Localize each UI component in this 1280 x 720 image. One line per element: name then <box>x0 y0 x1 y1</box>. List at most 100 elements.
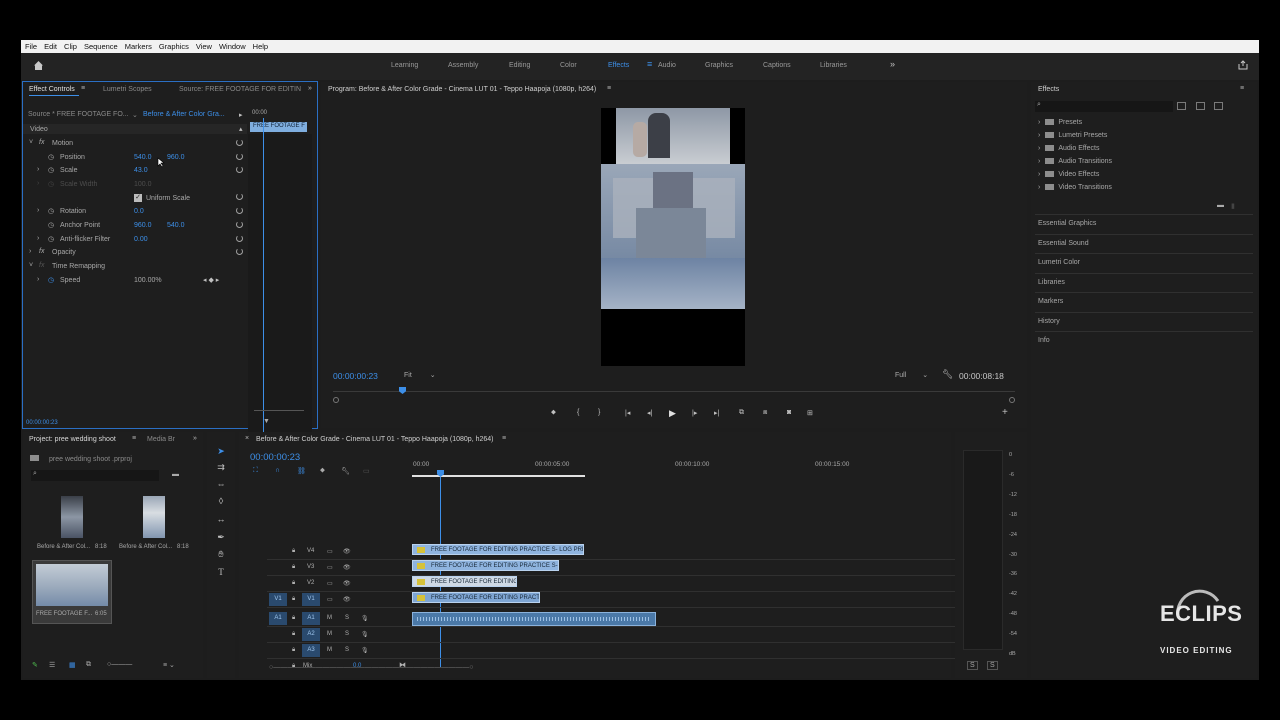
panel-menu-icon[interactable]: ≡ <box>132 435 136 442</box>
project-item-3[interactable]: FREE FOOTAGE F... 6:05 <box>32 560 112 624</box>
panel-overflow-icon[interactable]: » <box>308 85 312 92</box>
lock-icon[interactable]: 🔒︎ <box>292 615 295 622</box>
menu-sequence[interactable]: Sequence <box>84 42 118 51</box>
solo-right-button[interactable]: S <box>987 661 998 670</box>
comparison-view-icon[interactable]: ⊞ <box>807 409 813 417</box>
effects-folder[interactable]: › Lumetri Presets <box>1038 132 1107 139</box>
reset-icon[interactable] <box>236 139 243 146</box>
panel-section-history[interactable]: History <box>1038 318 1060 325</box>
disclosure-icon[interactable]: › <box>29 248 31 255</box>
rotation-value[interactable]: 0.0 <box>134 208 144 215</box>
effects-title[interactable]: Effects <box>1038 86 1059 93</box>
reset-icon[interactable] <box>236 193 243 200</box>
step-back-icon[interactable]: ◂| <box>647 409 652 417</box>
more-workspaces-icon[interactable]: » <box>890 59 895 69</box>
microphone-icon[interactable]: 🎙︎ <box>361 615 369 622</box>
lock-icon[interactable]: 🔒︎ <box>292 647 295 654</box>
sync-lock-icon[interactable]: ▭ <box>327 548 333 555</box>
lock-icon[interactable]: 🔒︎ <box>292 564 295 571</box>
project-item-name-2[interactable]: Before & After Col... <box>119 544 172 550</box>
lock-icon[interactable]: 🔒︎ <box>292 548 295 555</box>
reset-icon[interactable] <box>236 207 243 214</box>
effects-folder[interactable]: › Presets <box>1038 119 1082 126</box>
lock-icon[interactable]: 🔒︎ <box>292 631 295 638</box>
effect-controls-timecode[interactable]: 00:00:00:23 <box>26 420 58 426</box>
snap-icon[interactable]: ∩ <box>275 467 280 474</box>
eye-icon[interactable]: 👁︎ <box>343 564 351 571</box>
solo-button[interactable]: S <box>345 615 349 621</box>
menu-help[interactable]: Help <box>253 42 268 51</box>
tab-project[interactable]: Project: pree wedding shoot <box>29 436 116 443</box>
fx-icon[interactable]: fx <box>39 248 44 255</box>
program-timecode[interactable]: 00:00:00:23 <box>333 371 378 381</box>
export-frame-icon[interactable]: ◙ <box>787 409 791 416</box>
ripple-edit-tool-icon[interactable]: ⇔ <box>216 479 226 489</box>
linked-selection-icon[interactable]: ⛓ <box>297 467 306 475</box>
tab-source[interactable]: Source: FREE FOOTAGE FOR EDITIN <box>179 86 301 93</box>
disclosure-icon[interactable]: › <box>37 207 39 214</box>
effects-folder[interactable]: › Video Transitions <box>1038 184 1112 191</box>
project-item-thumb-1[interactable] <box>61 496 83 538</box>
track-label-v2[interactable]: V2 <box>307 580 314 586</box>
track-select-tool-icon[interactable]: ⇉ <box>216 462 226 472</box>
reset-icon[interactable] <box>236 221 243 228</box>
track-label-a1[interactable]: A1 <box>302 612 320 625</box>
position-y-value[interactable]: 960.0 <box>167 154 185 161</box>
filter-icon[interactable]: ▼ <box>263 418 270 425</box>
captions-icon[interactable]: ▭ <box>363 467 370 475</box>
anti-flicker-value[interactable]: 0.00 <box>134 236 148 243</box>
reset-icon[interactable] <box>236 235 243 242</box>
eye-icon[interactable]: 👁︎ <box>343 580 351 587</box>
menu-markers[interactable]: Markers <box>125 42 152 51</box>
workspace-tab-libraries[interactable]: Libraries <box>820 62 847 69</box>
microphone-icon[interactable]: 🎙︎ <box>361 647 369 654</box>
step-forward-icon[interactable]: |▸ <box>692 409 697 417</box>
reset-icon[interactable] <box>236 166 243 173</box>
workspace-tab-graphics[interactable]: Graphics <box>705 62 733 69</box>
project-search-input[interactable]: ⌕ <box>31 470 159 481</box>
program-scrub-bar[interactable] <box>333 386 1015 403</box>
mark-out-icon[interactable]: } <box>598 409 600 416</box>
source-clip-label[interactable]: Source * FREE FOOTAGE FO... <box>28 111 129 118</box>
mute-button[interactable]: M <box>327 615 332 621</box>
workspace-tab-audio[interactable]: Audio <box>658 62 676 69</box>
uniform-scale-checkbox[interactable]: ✓ <box>134 194 142 202</box>
disclosure-icon[interactable]: ˅ <box>29 262 33 269</box>
sync-lock-icon[interactable]: ▭ <box>327 564 333 571</box>
yuv-effects-icon[interactable] <box>1214 102 1223 110</box>
icon-view-icon[interactable]: ▦ <box>69 661 76 669</box>
effects-folder[interactable]: › Video Effects <box>1038 171 1099 178</box>
disclosure-icon[interactable]: › <box>37 235 39 242</box>
panel-section-essential-sound[interactable]: Essential Sound <box>1038 240 1089 247</box>
reset-icon[interactable] <box>236 153 243 160</box>
source-patch-a1[interactable]: A1 <box>269 612 287 625</box>
anchor-y-value[interactable]: 540.0 <box>167 222 185 229</box>
menu-clip[interactable]: Clip <box>64 42 77 51</box>
keyframe-nav-icon[interactable]: ◂ ◆ ▸ <box>203 276 219 284</box>
effects-search-input[interactable]: ⌕ <box>1035 101 1173 112</box>
timeline-scroll-bar[interactable]: ○————————————————————————————○ <box>269 664 473 671</box>
video-clip[interactable]: FREE FOOTAGE FOR EDITING P <box>412 576 517 587</box>
wrench-icon[interactable]: 🔧︎ <box>341 467 350 475</box>
razor-tool-icon[interactable]: ◊ <box>216 496 226 506</box>
work-area-bar[interactable] <box>412 475 585 477</box>
workspace-tab-editing[interactable]: Editing <box>509 62 530 69</box>
panel-section-essential-graphics[interactable]: Essential Graphics <box>1038 220 1096 227</box>
stopwatch-icon[interactable]: ◷ <box>48 276 54 284</box>
panel-section-info[interactable]: Info <box>1038 337 1050 344</box>
add-marker-icon[interactable]: ⬥ <box>320 467 325 475</box>
extract-icon[interactable]: ⧈ <box>763 409 767 417</box>
panel-menu-icon[interactable]: ≡ <box>1240 85 1244 92</box>
zoom-scroll-bar[interactable] <box>254 410 304 411</box>
sync-lock-icon[interactable]: ▭ <box>327 596 333 603</box>
project-item-name-1[interactable]: Before & After Col... <box>37 544 90 550</box>
playhead-marker[interactable] <box>399 387 406 394</box>
go-to-out-icon[interactable]: ▸| <box>714 409 719 417</box>
slip-tool-icon[interactable]: ↔ <box>216 514 226 524</box>
lift-icon[interactable]: ⧉ <box>739 409 744 417</box>
timeline-timecode[interactable]: 00:00:00:23 <box>250 452 300 463</box>
type-tool-icon[interactable]: T <box>216 567 226 577</box>
sort-icon[interactable]: ≡ ⌄ <box>163 661 175 669</box>
stopwatch-icon[interactable]: ◷ <box>48 207 54 215</box>
go-to-in-icon[interactable]: |◂ <box>625 409 630 417</box>
